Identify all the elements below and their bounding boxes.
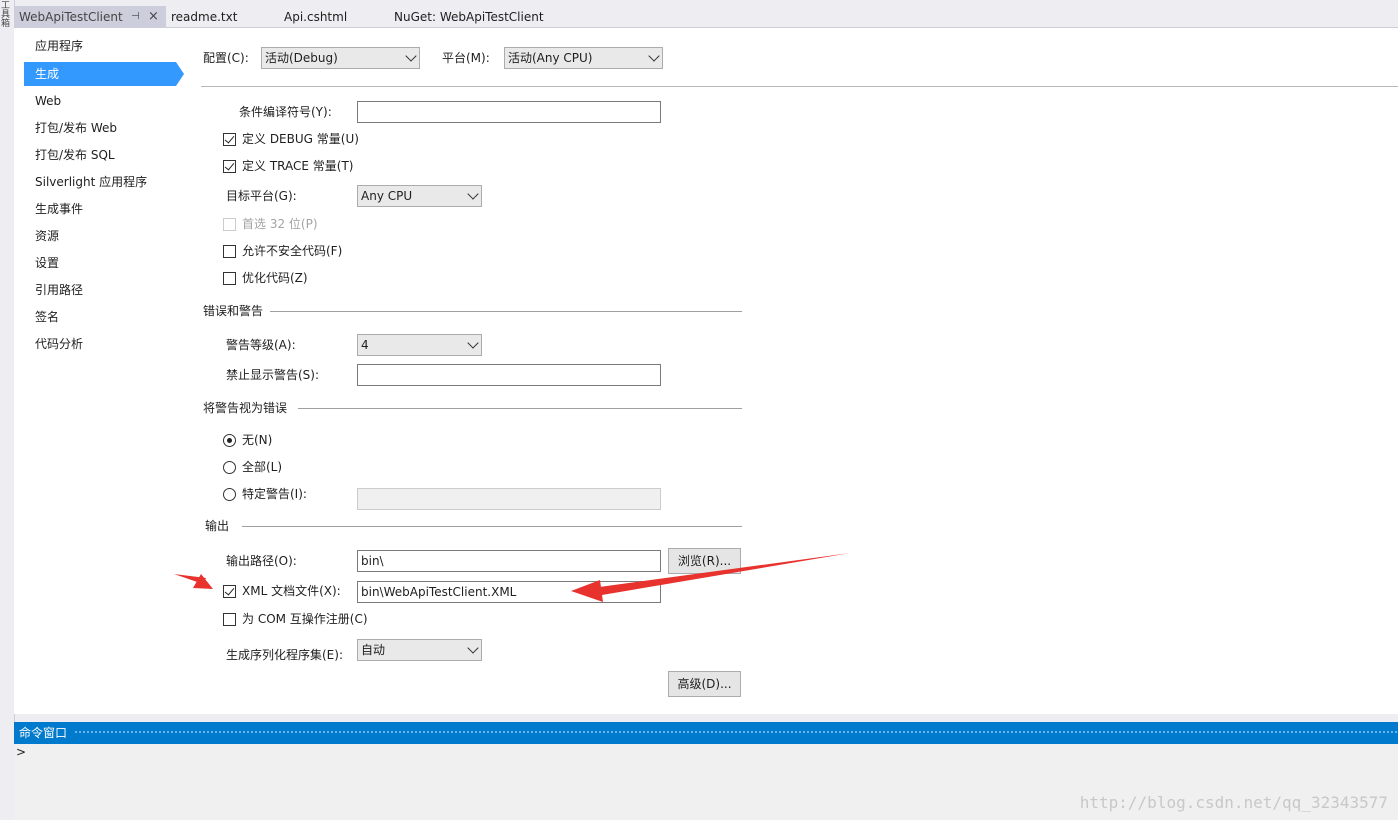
command-window-title: 命令窗口 bbox=[19, 726, 68, 740]
annotation-arrow-right bbox=[571, 553, 850, 602]
command-prompt: > bbox=[16, 745, 27, 759]
watermark: http://blog.csdn.net/qq_32343577 bbox=[1079, 793, 1388, 812]
titlebar-grip bbox=[74, 730, 1398, 735]
command-window-titlebar[interactable]: 命令窗口 bbox=[14, 722, 1398, 744]
annotation-arrow-left bbox=[174, 574, 213, 589]
annotation-arrows bbox=[174, 553, 850, 602]
